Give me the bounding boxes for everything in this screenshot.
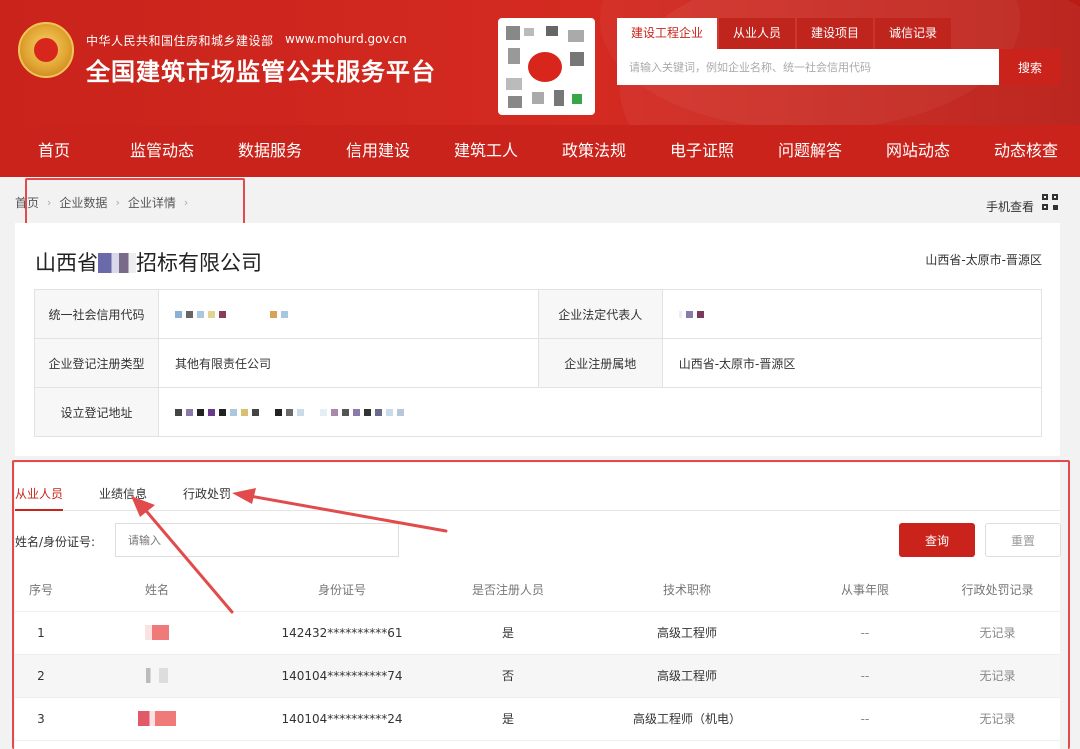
annotation-highlight-box bbox=[25, 178, 245, 225]
credit-code-label: 统一社会信用代码 bbox=[34, 289, 159, 339]
search-row: 搜索 bbox=[617, 49, 1061, 85]
address-value bbox=[158, 387, 1042, 437]
nav-item-data-service[interactable]: 数据服务 bbox=[216, 125, 324, 177]
search-panel: 建设工程企业 从业人员 建设项目 诚信记录 搜索 bbox=[617, 18, 1061, 85]
nav-item-workers[interactable]: 建筑工人 bbox=[432, 125, 540, 177]
nav-item-home[interactable]: 首页 bbox=[0, 125, 108, 177]
search-tab-personnel[interactable]: 从业人员 bbox=[719, 18, 796, 49]
search-tab-credit[interactable]: 诚信记录 bbox=[875, 18, 952, 49]
nav-item-credit[interactable]: 信用建设 bbox=[324, 125, 432, 177]
nav-item-verification[interactable]: 动态核查 bbox=[972, 125, 1080, 177]
search-tab-enterprise[interactable]: 建设工程企业 bbox=[617, 18, 718, 49]
platform-title[interactable]: 全国建筑市场监管公共服务平台 bbox=[86, 52, 436, 87]
redacted-text bbox=[98, 253, 136, 273]
reg-place-label: 企业注册属地 bbox=[537, 338, 663, 388]
nav-item-site-news[interactable]: 网站动态 bbox=[864, 125, 972, 177]
nav-item-faq[interactable]: 问题解答 bbox=[756, 125, 864, 177]
national-emblem-icon bbox=[18, 22, 74, 78]
ministry-name: 中华人民共和国住房和城乡建设部 bbox=[86, 34, 274, 48]
search-button[interactable]: 搜索 bbox=[999, 49, 1061, 85]
credit-code-value bbox=[158, 289, 539, 339]
company-info-table: 统一社会信用代码 企业法定代表人 企业登记注册类型 其他有限责任公司 企业注册属… bbox=[34, 289, 1043, 437]
annotation-highlight-box bbox=[12, 460, 1070, 749]
nav-item-policy[interactable]: 政策法规 bbox=[540, 125, 648, 177]
company-card: 山西省 招标有限公司 山西省-太原市-晋源区 统一社会信用代码 企业法定代表人 企… bbox=[15, 223, 1060, 456]
search-tabs: 建设工程企业 从业人员 建设项目 诚信记录 bbox=[617, 18, 1061, 49]
search-input[interactable] bbox=[617, 49, 999, 85]
main-nav: 首页 监管动态 数据服务 信用建设 建筑工人 政策法规 电子证照 问题解答 网站… bbox=[0, 125, 1080, 177]
reg-place-value: 山西省-太原市-晋源区 bbox=[661, 338, 1043, 388]
search-tab-projects[interactable]: 建设项目 bbox=[797, 18, 874, 49]
legal-rep-value bbox=[661, 289, 1043, 339]
company-region: 山西省-太原市-晋源区 bbox=[925, 253, 1042, 267]
qr-code-icon[interactable] bbox=[1042, 194, 1060, 212]
site-url[interactable]: www.mohurd.gov.cn bbox=[285, 32, 407, 46]
legal-rep-label: 企业法定代表人 bbox=[537, 289, 663, 339]
mobile-view-link[interactable]: 手机查看 bbox=[986, 198, 1034, 215]
reg-type-value: 其他有限责任公司 bbox=[158, 338, 539, 388]
qr-code-icon bbox=[498, 18, 595, 115]
nav-item-supervision[interactable]: 监管动态 bbox=[108, 125, 216, 177]
company-name: 山西省 招标有限公司 bbox=[35, 251, 262, 275]
site-header: 中华人民共和国住房和城乡建设部 www.mohurd.gov.cn 全国建筑市场… bbox=[0, 0, 1080, 125]
reg-type-label: 企业登记注册类型 bbox=[34, 338, 159, 388]
nav-item-e-license[interactable]: 电子证照 bbox=[648, 125, 756, 177]
address-label: 设立登记地址 bbox=[34, 387, 159, 437]
